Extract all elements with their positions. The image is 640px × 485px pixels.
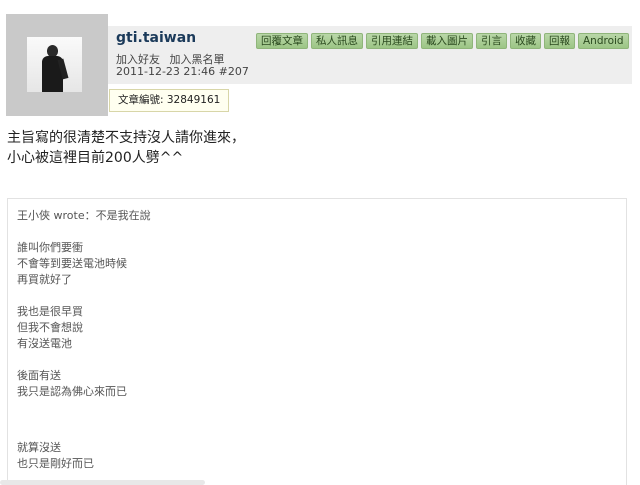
post-id-tooltip: 文章編號: 32849161: [109, 89, 230, 112]
reply-button[interactable]: 回覆文章: [256, 33, 308, 49]
post-body: 主旨寫的很清楚不支持沒人請你進來， 小心被這裡目前200人劈^^: [7, 128, 245, 168]
quote-paragraph: 我也是很早買 但我不會想說 有沒送電池: [17, 304, 151, 352]
quote-header: 王小俠 wrote：不是我在說: [17, 209, 151, 222]
load-images-button[interactable]: 載入圖片: [421, 33, 473, 49]
post-floor-number: #207: [218, 65, 249, 78]
quote-paragraph: 就算沒送 也只是剛好而已: [17, 440, 151, 472]
post-action-buttons: 回覆文章 私人訊息 引用連結 載入圖片 引言 收藏 回報 Android: [256, 33, 632, 49]
quote-link-button[interactable]: 引用連結: [366, 33, 418, 49]
post-timestamp: 2011-12-23 21:46: [116, 65, 216, 78]
quote-line: 我也是很早買: [17, 305, 83, 318]
quote-paragraph: 誰叫你們要衝 不會等到要送電池時候 再買就好了: [17, 240, 151, 288]
quote-line: 不會等到要送電池時候: [17, 257, 127, 270]
quote-line: 誰叫你們要衝: [17, 241, 83, 254]
avatar[interactable]: [27, 37, 82, 92]
horizontal-scrollbar[interactable]: [0, 480, 205, 485]
post-line: 小心被這裡目前200人劈^^: [7, 150, 184, 166]
quote-line: 就算沒送: [17, 441, 61, 454]
quote-line: 後面有送: [17, 369, 61, 382]
post-meta: 2011-12-23 21:46 #207: [116, 65, 249, 78]
author-name[interactable]: gti.taiwan: [116, 30, 196, 46]
quote-content: 王小俠 wrote：不是我在說 誰叫你們要衝 不會等到要送電池時候 再買就好了 …: [17, 208, 151, 485]
quote-line: 也只是剛好而已: [17, 457, 94, 470]
quote-line: 但我不會想說: [17, 321, 83, 334]
post-line: 主旨寫的很清楚不支持沒人請你進來，: [7, 130, 245, 146]
quote-line: 我只是認為佛心來而已: [17, 385, 127, 398]
android-button[interactable]: Android: [578, 33, 629, 49]
bookmark-button[interactable]: 收藏: [510, 33, 541, 49]
quote-button[interactable]: 引言: [476, 33, 507, 49]
avatar-frame: [6, 14, 108, 116]
quote-line: 有沒送電池: [17, 337, 72, 350]
quote-paragraph: 後面有送 我只是認為佛心來而已: [17, 368, 151, 400]
quote-box: 王小俠 wrote：不是我在說 誰叫你們要衝 不會等到要送電池時候 再買就好了 …: [7, 198, 627, 485]
report-button[interactable]: 回報: [544, 33, 575, 49]
private-message-button[interactable]: 私人訊息: [311, 33, 363, 49]
quote-line: 再買就好了: [17, 273, 72, 286]
